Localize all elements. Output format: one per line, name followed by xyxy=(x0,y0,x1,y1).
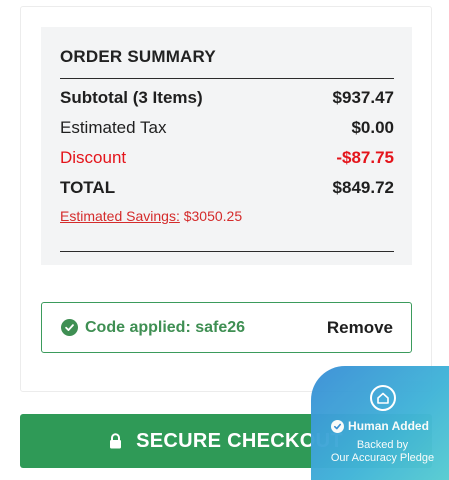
summary-divider-top xyxy=(60,78,394,79)
badge-title: Human Added xyxy=(311,419,449,433)
tax-row: Estimated Tax $0.00 xyxy=(60,113,394,143)
estimated-savings-value: $3050.25 xyxy=(183,208,243,224)
tax-value: $0.00 xyxy=(351,118,394,137)
summary-divider-bottom xyxy=(60,251,394,252)
total-value: $849.72 xyxy=(332,178,394,197)
lock-icon xyxy=(109,433,122,449)
promo-applied-text: Code applied: safe26 xyxy=(85,318,246,336)
badge-subtitle: Backed by Our Accuracy Pledge xyxy=(311,439,449,465)
check-badge-icon xyxy=(331,419,345,433)
estimated-savings: Estimated Savings: $3050.25 xyxy=(60,208,394,228)
order-summary-panel: ORDER SUMMARY Subtotal (3 Items) $937.47… xyxy=(41,27,412,265)
discount-row: Discount -$87.75 xyxy=(60,143,394,173)
promo-status: Code applied: safe26 xyxy=(61,319,245,337)
subtotal-value: $937.47 xyxy=(332,88,394,107)
badge-title-text: Human Added xyxy=(348,419,429,433)
remove-promo-button[interactable]: Remove xyxy=(327,318,393,338)
total-label: TOTAL xyxy=(60,178,116,197)
estimated-savings-link[interactable]: Estimated Savings: xyxy=(60,208,180,224)
badge-line-1: Backed by xyxy=(356,439,409,451)
discount-value: -$87.75 xyxy=(336,148,394,167)
accuracy-pledge-badge[interactable]: Human Added Backed by Our Accuracy Pledg… xyxy=(311,366,449,480)
subtotal-label: Subtotal (3 Items) xyxy=(60,88,203,107)
subtotal-row: Subtotal (3 Items) $937.47 xyxy=(60,83,394,113)
tax-label: Estimated Tax xyxy=(60,118,167,137)
shield-house-icon xyxy=(370,385,396,411)
total-row: TOTAL $849.72 xyxy=(60,173,394,203)
badge-line-2: Our Accuracy Pledge xyxy=(330,452,435,464)
discount-label: Discount xyxy=(60,148,127,167)
order-summary-title: ORDER SUMMARY xyxy=(60,47,216,66)
check-circle-icon xyxy=(61,319,78,336)
promo-code-applied-box: Code applied: safe26 Remove xyxy=(41,302,412,353)
